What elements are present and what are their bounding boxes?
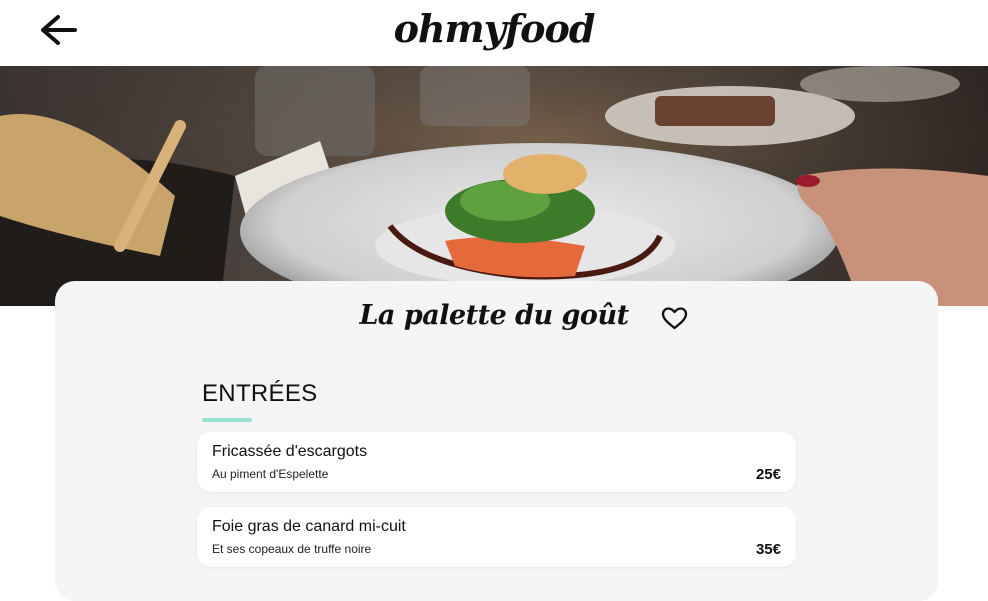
heart-outline-icon [661,307,688,330]
app-header: ohmyfood [0,0,988,66]
dish-name: Fricassée d'escargots [212,443,368,460]
hero-image [0,66,988,306]
favorite-button[interactable] [661,306,688,331]
dish-description: Au piment d'Espelette [212,467,329,481]
dish-price: 35€ [755,541,781,558]
dish-price: 25€ [755,466,781,483]
app-logo: ohmyfood [393,6,596,51]
menu-item[interactable]: Fricassée d'escargots Au piment d'Espele… [197,432,796,492]
section-title-entrees: ENTRÉES [202,380,318,407]
restaurant-name: La palette du goût [359,300,629,331]
section-underline [202,418,252,422]
dish-description: Et ses copeaux de truffe noire [212,542,372,556]
menu-item[interactable]: Foie gras de canard mi-cuit Et ses copea… [197,507,796,567]
dish-name: Foie gras de canard mi-cuit [212,518,406,535]
restaurant-title-row: La palette du goût [0,300,988,340]
